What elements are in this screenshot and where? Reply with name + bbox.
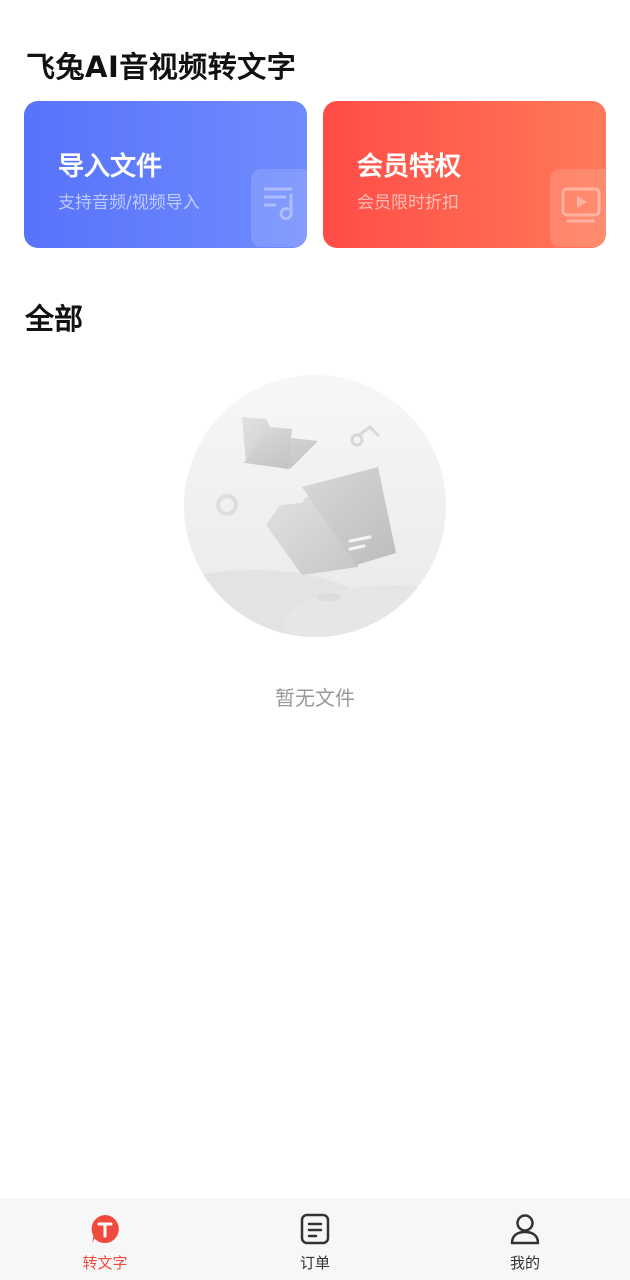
import-file-card[interactable]: 导入文件 支持音频/视频导入 (24, 101, 307, 248)
empty-state-text: 暂无文件 (275, 686, 355, 710)
nav-item-mine[interactable]: 我的 (420, 1198, 630, 1280)
order-list-icon (299, 1213, 331, 1245)
nav-item-orders[interactable]: 订单 (210, 1198, 420, 1280)
empty-folder-illustration (184, 375, 446, 637)
import-card-title: 导入文件 (58, 152, 163, 182)
nav-label-orders: 订单 (299, 1254, 330, 1272)
video-play-icon (550, 169, 606, 247)
vip-privilege-card[interactable]: 会员特权 会员限时折扣 (323, 101, 606, 248)
section-title-all: 全部 (25, 302, 84, 336)
nav-label-transcribe: 转文字 (82, 1254, 128, 1272)
t-bubble-icon (89, 1213, 121, 1245)
audio-file-icon (251, 169, 307, 247)
import-card-subtitle: 支持音频/视频导入 (58, 193, 200, 213)
vip-card-title: 会员特权 (357, 152, 462, 182)
app-title: 飞兔AI音视频转文字 (26, 50, 297, 84)
user-icon (509, 1213, 541, 1245)
nav-item-transcribe[interactable]: 转文字 (0, 1198, 210, 1280)
vip-card-subtitle: 会员限时折扣 (357, 193, 459, 213)
nav-label-mine: 我的 (509, 1254, 540, 1272)
bottom-nav: 转文字 订单 我的 (0, 1198, 630, 1280)
